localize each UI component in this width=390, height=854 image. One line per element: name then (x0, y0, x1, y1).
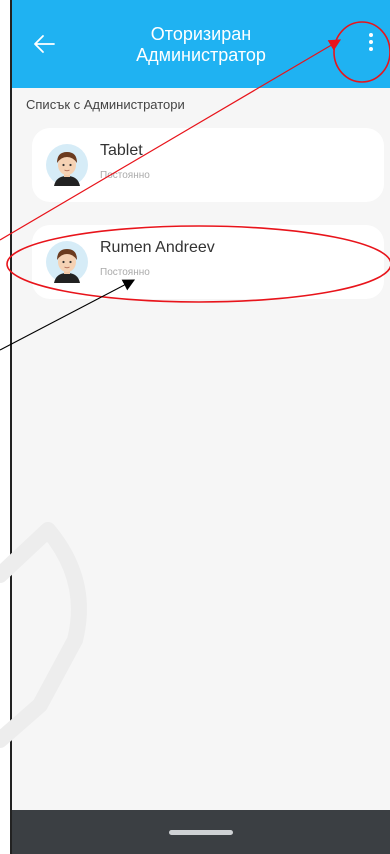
admin-status: Постоянно (100, 267, 150, 278)
app-bar: Оторизиран Администратор (12, 0, 390, 88)
avatar-icon (46, 144, 88, 186)
avatar-icon (46, 241, 88, 283)
page-title-line2: Администратор (136, 45, 266, 65)
section-label: Списък с Администратори (26, 97, 185, 112)
admin-status: Постоянно (100, 170, 150, 181)
admin-name: Tablet (100, 142, 143, 159)
back-arrow-icon[interactable] (30, 30, 58, 58)
home-gesture-handle[interactable] (169, 830, 233, 835)
more-menu-icon[interactable] (360, 30, 382, 58)
page-title: Оторизиран Администратор (72, 24, 330, 66)
admin-name: Rumen Andreev (100, 239, 215, 256)
app-screen: Оторизиран Администратор Списък с Админи… (10, 0, 390, 854)
admin-list-item[interactable]: Rumen Andreev Постоянно (32, 225, 384, 299)
admin-list-item[interactable]: Tablet Постоянно (32, 128, 384, 202)
system-nav-bar (12, 810, 390, 854)
page-title-line1: Оторизиран (150, 24, 252, 44)
